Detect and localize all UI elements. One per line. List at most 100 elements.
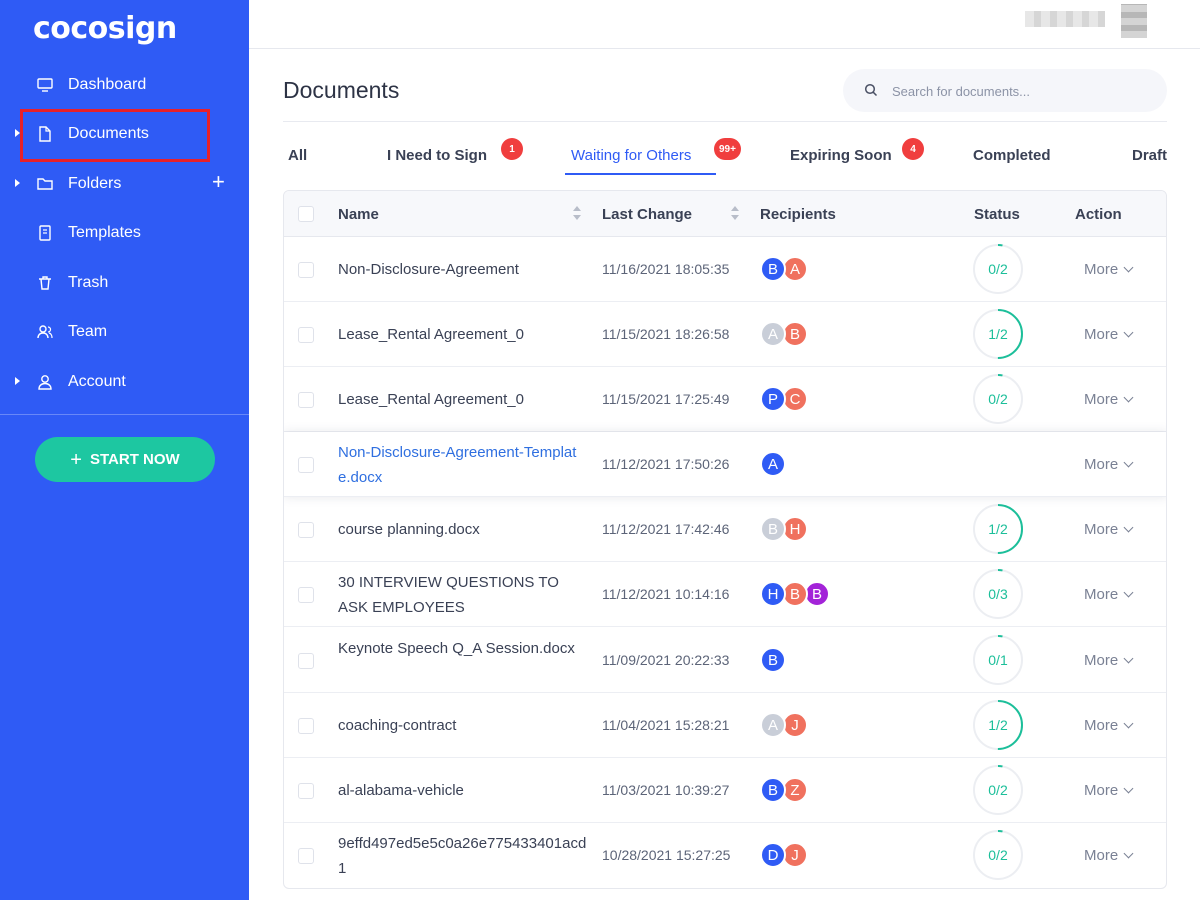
row-checkbox[interactable] — [298, 262, 314, 278]
document-name[interactable]: al-alabama-vehicle — [338, 778, 588, 803]
status-text: 0/2 — [988, 261, 1008, 277]
more-label: More — [1084, 717, 1119, 734]
documents-highlight-box — [20, 109, 210, 162]
table-row[interactable]: Non-Disclosure-Agreement 11/16/2021 18:05… — [284, 237, 1166, 302]
status-text: 0/2 — [988, 847, 1008, 863]
search-input[interactable] — [892, 81, 1142, 101]
column-last-change[interactable]: Last Change — [602, 206, 692, 223]
table-row[interactable]: 30 INTERVIEW QUESTIONS TO ASK EMPLOYEES 1… — [284, 562, 1166, 627]
more-label: More — [1084, 521, 1119, 538]
sort-date-icon[interactable] — [730, 206, 740, 222]
more-label: More — [1084, 391, 1119, 408]
sidebar-item-trash[interactable]: Trash — [0, 265, 249, 301]
more-actions-dropdown[interactable]: More — [1084, 261, 1134, 278]
top-bar — [249, 0, 1200, 49]
document-name[interactable]: 9effd497ed5e5c0a26e775433401acd1 — [338, 831, 588, 881]
blurred-user-name[interactable] — [1025, 11, 1105, 27]
document-name[interactable]: 30 INTERVIEW QUESTIONS TO ASK EMPLOYEES — [338, 570, 588, 620]
table-row[interactable]: Lease_Rental Agreement_0 11/15/2021 17:25… — [284, 367, 1166, 432]
chevron-down-icon — [1123, 262, 1134, 273]
table-row[interactable]: coaching-contract 11/04/2021 15:28:21 A J 1/… — [284, 693, 1166, 758]
tab-draft[interactable]: Draft — [1132, 147, 1167, 164]
document-name[interactable]: Lease_Rental Agreement_0 — [338, 387, 588, 412]
documents-table: Name Last Change Recipients Status Actio… — [283, 190, 1167, 889]
status-text: 1/2 — [988, 521, 1008, 537]
sort-name-icon[interactable] — [572, 206, 582, 222]
table-row[interactable]: al-alabama-vehicle 11/03/2021 10:39:27 B Z 0… — [284, 758, 1166, 823]
avatar: A — [760, 451, 786, 477]
signing-progress: 1/2 — [972, 308, 1024, 360]
sidebar-item-dashboard[interactable]: Dashboard — [0, 67, 249, 103]
last-change-date: 10/28/2021 15:27:25 — [602, 847, 731, 863]
table-row[interactable]: Non-Disclosure-Agreement-Template.docx 11… — [284, 432, 1166, 497]
row-checkbox[interactable] — [298, 522, 314, 538]
tab-expiring-soon[interactable]: Expiring Soon — [790, 147, 892, 164]
last-change-date: 11/12/2021 17:50:26 — [602, 456, 730, 472]
column-name[interactable]: Name — [338, 206, 379, 223]
document-name[interactable]: course planning.docx — [338, 517, 588, 542]
table-row[interactable]: course planning.docx 11/12/2021 17:42:46 B… — [284, 497, 1166, 562]
expand-caret-icon[interactable] — [15, 377, 20, 385]
row-checkbox[interactable] — [298, 327, 314, 343]
row-checkbox[interactable] — [298, 587, 314, 603]
sidebar-item-folders[interactable]: Folders + — [0, 166, 249, 202]
signing-progress: 1/2 — [972, 503, 1024, 555]
more-actions-dropdown[interactable]: More — [1084, 717, 1134, 734]
cocosign-logo[interactable]: cocosign — [33, 11, 177, 46]
chevron-down-icon — [1123, 848, 1134, 859]
document-name[interactable]: Non-Disclosure-Agreement-Template.docx — [338, 440, 588, 490]
tab-i-need-to-sign[interactable]: I Need to Sign — [387, 147, 487, 164]
more-label: More — [1084, 847, 1119, 864]
more-label: More — [1084, 326, 1119, 343]
sidebar-item-templates[interactable]: Templates — [0, 215, 249, 251]
avatar: B — [760, 777, 786, 803]
sidebar-item-account[interactable]: Account — [0, 364, 249, 400]
expand-caret-icon[interactable] — [15, 179, 20, 187]
header-divider — [283, 121, 1167, 122]
table-row[interactable]: Lease_Rental Agreement_0 11/15/2021 18:26… — [284, 302, 1166, 367]
signing-progress: 0/1 — [972, 634, 1024, 686]
row-checkbox[interactable] — [298, 457, 314, 473]
last-change-date: 11/16/2021 18:05:35 — [602, 261, 730, 277]
search-box[interactable] — [843, 69, 1167, 112]
status-text: 1/2 — [988, 717, 1008, 733]
more-actions-dropdown[interactable]: More — [1084, 782, 1134, 799]
tab-badge-waiting: 99+ — [714, 138, 741, 160]
avatar: B — [760, 516, 786, 542]
more-actions-dropdown[interactable]: More — [1084, 521, 1134, 538]
more-actions-dropdown[interactable]: More — [1084, 326, 1134, 343]
more-actions-dropdown[interactable]: More — [1084, 586, 1134, 603]
tab-all[interactable]: All — [288, 147, 307, 164]
row-checkbox[interactable] — [298, 848, 314, 864]
signing-progress: 1/2 — [972, 699, 1024, 751]
table-row[interactable]: Keynote Speech Q_A Session.docx 11/09/202… — [284, 628, 1166, 693]
more-label: More — [1084, 456, 1119, 473]
sidebar-item-team[interactable]: Team — [0, 314, 249, 350]
row-checkbox[interactable] — [298, 392, 314, 408]
tab-completed[interactable]: Completed — [973, 147, 1051, 164]
monitor-icon — [37, 78, 53, 92]
sidebar-item-label: Team — [68, 323, 108, 340]
table-row[interactable]: 9effd497ed5e5c0a26e775433401acd1 10/28/20… — [284, 823, 1166, 888]
more-actions-dropdown[interactable]: More — [1084, 652, 1134, 669]
select-all-checkbox[interactable] — [298, 206, 314, 222]
more-actions-dropdown[interactable]: More — [1084, 847, 1134, 864]
start-now-button[interactable]: + START NOW — [35, 437, 215, 482]
row-checkbox[interactable] — [298, 653, 314, 669]
signing-progress: 0/3 — [972, 568, 1024, 620]
add-folder-button[interactable]: + — [212, 171, 225, 193]
blurred-avatar[interactable] — [1121, 4, 1147, 38]
last-change-date: 11/15/2021 18:26:58 — [602, 326, 730, 342]
document-name[interactable]: Lease_Rental Agreement_0 — [338, 322, 588, 347]
more-actions-dropdown[interactable]: More — [1084, 456, 1134, 473]
row-checkbox[interactable] — [298, 783, 314, 799]
document-name[interactable]: Keynote Speech Q_A Session.docx — [338, 636, 588, 661]
tab-waiting-for-others[interactable]: Waiting for Others — [571, 147, 691, 164]
signing-progress: 0/2 — [972, 243, 1024, 295]
more-actions-dropdown[interactable]: More — [1084, 391, 1134, 408]
document-name[interactable]: coaching-contract — [338, 713, 588, 738]
document-name[interactable]: Non-Disclosure-Agreement — [338, 257, 588, 282]
row-checkbox[interactable] — [298, 718, 314, 734]
template-icon — [39, 225, 51, 241]
avatar: A — [760, 712, 786, 738]
